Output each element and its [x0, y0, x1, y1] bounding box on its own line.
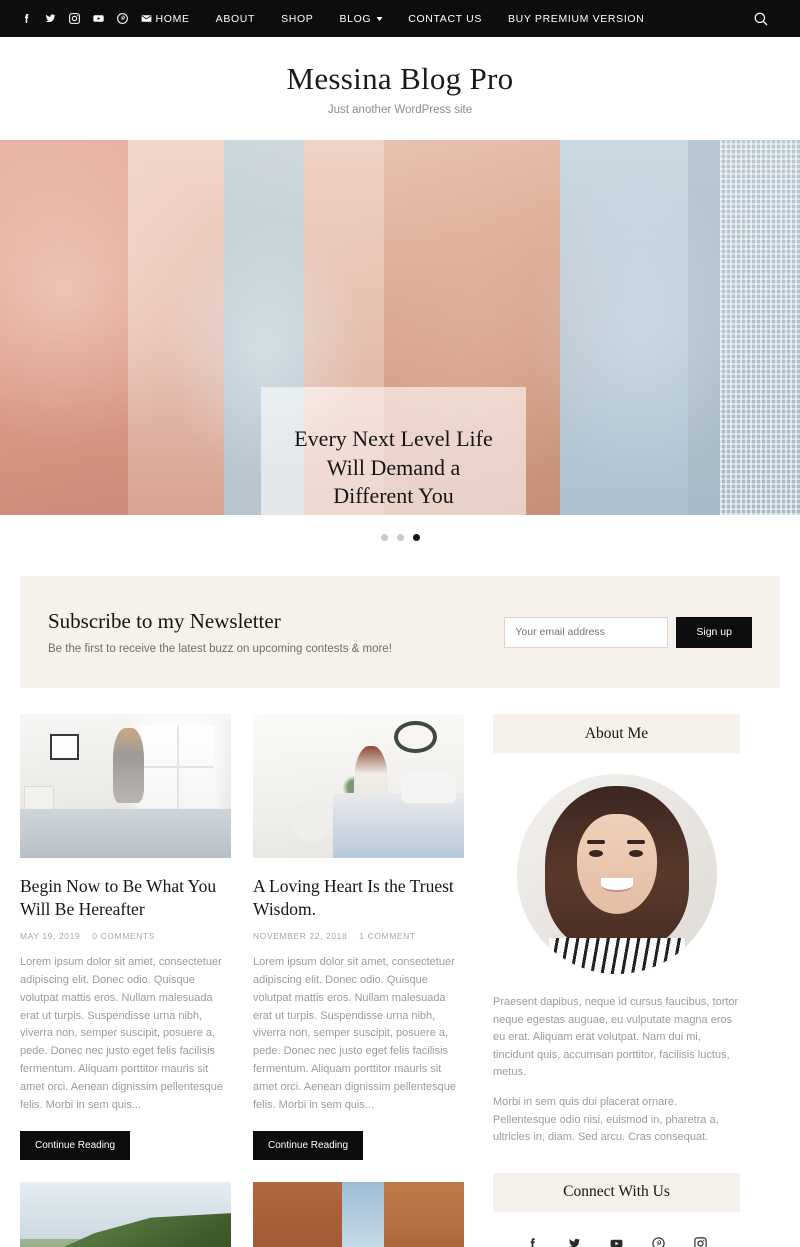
connect-with-us-widget: Connect With Us [493, 1172, 740, 1247]
chevron-down-icon [376, 16, 383, 21]
youtube-icon[interactable] [92, 12, 105, 25]
top-navigation-bar: HOME ABOUT SHOP BLOG CONTACT US BUY PREM… [0, 0, 800, 37]
twitter-icon[interactable] [567, 1236, 583, 1247]
facebook-icon[interactable] [20, 12, 33, 25]
about-me-text: Praesent dapibus, neque id cursus faucib… [493, 994, 740, 1147]
about-paragraph-1: Praesent dapibus, neque id cursus faucib… [493, 996, 739, 1079]
menu-item-about[interactable]: ABOUT [216, 13, 255, 25]
hero-caption-line-1: Every Next Level Life [294, 426, 493, 452]
facebook-icon[interactable] [525, 1236, 541, 1247]
continue-reading-button[interactable]: Continue Reading [253, 1130, 364, 1160]
site-title[interactable]: Messina Blog Pro [287, 61, 514, 97]
post-card: Begin Now to Be What You Will Be Hereaft… [20, 714, 231, 1160]
pinterest-icon[interactable] [651, 1236, 667, 1247]
post-title[interactable]: Begin Now to Be What You Will Be Hereaft… [20, 875, 231, 921]
menu-item-blog-label: BLOG [339, 12, 372, 25]
slider-dot-2[interactable] [396, 534, 404, 541]
newsletter-signup-button[interactable]: Sign up [676, 616, 752, 648]
slider-pagination [0, 515, 800, 560]
site-tagline: Just another WordPress site [327, 104, 473, 116]
post-thumbnail[interactable] [20, 1181, 231, 1247]
avatar [516, 774, 717, 974]
newsletter-box: Subscribe to my Newsletter Be the first … [20, 576, 780, 688]
newsletter-text: Subscribe to my Newsletter Be the first … [48, 609, 504, 655]
post-card [253, 1181, 464, 1247]
youtube-icon[interactable] [609, 1236, 625, 1247]
post-grid: Begin Now to Be What You Will Be Hereaft… [20, 714, 464, 1247]
newsletter-email-input[interactable] [504, 616, 669, 648]
post-meta: NOVEMBER 22, 2018 1 COMMENT [253, 931, 464, 941]
post-date: MAY 19, 2019 [20, 931, 81, 942]
menu-item-home[interactable]: HOME [156, 13, 190, 25]
menu-item-contact-us-label: CONTACT US [408, 12, 483, 25]
hero-caption-text: Every Next Level Life Will Demand a Diff… [282, 425, 505, 511]
connect-widget-title: Connect With Us [493, 1172, 740, 1212]
instagram-icon[interactable] [68, 12, 81, 25]
menu-item-shop[interactable]: SHOP [281, 13, 313, 25]
menu-item-about-label: ABOUT [215, 12, 256, 25]
menu-item-buy-premium-version[interactable]: BUY PREMIUM VERSION [508, 13, 644, 25]
post-excerpt: Lorem ipsum dolor sit amet, consectetuer… [253, 956, 457, 1111]
hero-caption-line-2: Will Demand a [326, 454, 461, 480]
slider-dot-3[interactable] [412, 534, 420, 541]
newsletter-form: Sign up [504, 616, 752, 648]
sidebar: About Me Praesent dapibus, neque id curs… [493, 714, 740, 1247]
site-header: Messina Blog Pro Just another WordPress … [0, 37, 800, 140]
menu-item-home-label: HOME [155, 12, 190, 25]
post-comments[interactable]: 1 COMMENT [359, 931, 415, 941]
primary-menu: HOME ABOUT SHOP BLOG CONTACT US BUY PREM… [156, 13, 645, 25]
post-card [20, 1181, 231, 1247]
post-comments[interactable]: 0 COMMENTS [92, 931, 155, 941]
post-card: A Loving Heart Is the Truest Wisdom. NOV… [253, 714, 464, 1160]
main-content: Begin Now to Be What You Will Be Hereaft… [0, 688, 800, 1247]
avatar-container [493, 774, 740, 974]
post-title[interactable]: A Loving Heart Is the Truest Wisdom. [253, 875, 464, 921]
slider-dot-1[interactable] [380, 534, 388, 541]
post-thumbnail[interactable] [20, 714, 231, 858]
menu-item-shop-label: SHOP [281, 12, 314, 25]
about-me-widget-title: About Me [493, 714, 740, 753]
post-thumbnail[interactable] [253, 1181, 464, 1247]
twitter-icon[interactable] [44, 12, 57, 25]
instagram-icon[interactable] [693, 1236, 709, 1247]
search-icon[interactable] [752, 10, 770, 28]
topbar-social-links [0, 12, 153, 25]
about-paragraph-2: Morbi in sem quis dui placerat ornare. P… [493, 1095, 719, 1144]
post-excerpt: Lorem ipsum dolor sit amet, consectetuer… [20, 956, 224, 1111]
menu-item-buy-premium-label: BUY PREMIUM VERSION [508, 12, 645, 25]
post-thumbnail[interactable] [253, 714, 464, 858]
menu-item-contact-us[interactable]: CONTACT US [408, 13, 482, 25]
post-date: NOVEMBER 22, 2018 [253, 931, 348, 942]
newsletter-subtitle: Be the first to receive the latest buzz … [48, 643, 392, 655]
menu-item-blog[interactable]: BLOG [339, 12, 383, 25]
email-icon[interactable] [140, 12, 153, 25]
newsletter-title: Subscribe to my Newsletter [48, 609, 281, 633]
post-meta: MAY 19, 2019 0 COMMENTS [20, 931, 231, 941]
hero-slide-caption: Every Next Level Life Will Demand a Diff… [261, 387, 526, 515]
sidebar-social-links [493, 1236, 740, 1247]
continue-reading-button[interactable]: Continue Reading [20, 1130, 131, 1160]
pinterest-icon[interactable] [116, 12, 129, 25]
hero-caption-line-3: Different You [333, 483, 454, 509]
about-me-widget: About Me Praesent dapibus, neque id curs… [493, 714, 740, 1147]
hero-slider[interactable]: Every Next Level Life Will Demand a Diff… [0, 140, 800, 515]
newsletter-section: Subscribe to my Newsletter Be the first … [0, 560, 800, 688]
